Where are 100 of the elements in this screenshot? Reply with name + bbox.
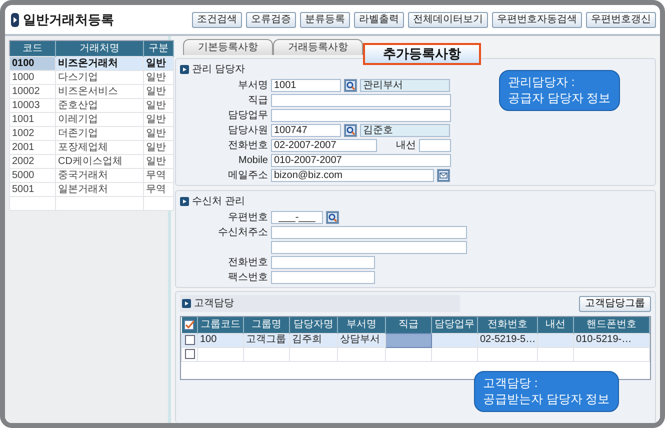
input-field[interactable]	[271, 270, 375, 284]
column-header: 내선	[538, 317, 574, 333]
field-label: 부서명	[237, 78, 268, 92]
toolbar-button[interactable]: 조건검색	[192, 12, 242, 28]
table-cell: 김주희	[290, 333, 338, 347]
column-header: 담당업무	[432, 317, 478, 333]
table-cell: 100	[198, 333, 244, 347]
field-label: 수신처주소	[217, 226, 268, 240]
column-header: 핸드폰번호	[574, 317, 650, 333]
table-cell: 무역	[144, 182, 174, 196]
input-field[interactable]: 010-2007-2007	[271, 154, 451, 166]
column-header: 거래처명	[56, 40, 144, 56]
column-header: 담당자명	[290, 317, 338, 333]
search-button[interactable]	[344, 124, 357, 136]
tab[interactable]: 기본등록사항	[183, 39, 273, 55]
window-title: 일반거래처등록	[23, 10, 114, 29]
field-label: 팩스번호	[227, 270, 268, 284]
vendor-row[interactable]: 5000 중국거래처 무역	[10, 168, 174, 182]
table-cell: 2002	[10, 154, 56, 168]
table-cell: 1001	[10, 112, 56, 126]
vendor-row[interactable]: 5001 일본거래처 무역	[10, 182, 174, 196]
table-cell: 0100	[10, 56, 56, 70]
column-header: 전화번호	[478, 317, 538, 333]
table-cell: 고객그룹	[244, 333, 290, 347]
table-cell: 일반	[144, 112, 174, 126]
input-field[interactable]	[271, 240, 467, 254]
section-title: 수신처 관리	[192, 195, 245, 209]
checkbox[interactable]	[184, 335, 194, 345]
input-field[interactable]: bizon@biz.com	[271, 168, 434, 182]
vendor-row[interactable]: 1000 다스기업 일반	[10, 70, 174, 84]
field-label: 전화번호	[227, 138, 268, 152]
input-field[interactable]	[419, 138, 451, 152]
table-cell: 일반	[144, 126, 174, 140]
column-header: 그룹명	[244, 317, 290, 333]
field-label: 직급	[247, 94, 268, 108]
checkbox[interactable]	[184, 349, 194, 359]
field-label: 담당업무	[227, 108, 268, 122]
display-field[interactable]: 관리부서	[360, 78, 450, 92]
table-cell: 일반	[144, 154, 174, 168]
table-cell: 일본거래처	[56, 182, 144, 196]
section-title: 고객담당	[194, 297, 234, 311]
title-icon	[11, 12, 19, 26]
toolbar-button[interactable]: 오류검증	[246, 12, 296, 28]
tab[interactable]: 거래등록사항	[273, 39, 363, 55]
column-header: 직급	[386, 317, 432, 333]
vendor-row[interactable]: 2002 CD케이스업체 일반	[10, 154, 174, 168]
column-header: 부서명	[338, 317, 386, 333]
bullet-icon	[182, 299, 191, 308]
vendor-row[interactable]: 0100 비즈온거래처 일반	[10, 56, 174, 70]
table-cell: 일반	[144, 84, 174, 98]
field-label: 내선	[396, 138, 416, 152]
display-field[interactable]: 김준호	[360, 124, 450, 136]
checklist-icon	[184, 319, 195, 330]
table-cell: 10003	[10, 98, 56, 112]
table-cell: 비즈온서비스	[56, 84, 144, 98]
bullet-icon	[180, 197, 189, 206]
vendor-row[interactable]: 1001 이레기업 일반	[10, 112, 174, 126]
group-button[interactable]: 고객담당그룹	[579, 296, 651, 312]
toolbar-button[interactable]: 전체데이터보기	[408, 12, 488, 28]
table-cell: CD케이스업체	[56, 154, 144, 168]
input-field[interactable]	[271, 108, 451, 122]
vendor-row[interactable]: 2001 포장제업체 일반	[10, 140, 174, 154]
input-field[interactable]	[271, 226, 467, 238]
table-cell: 2001	[10, 140, 56, 154]
toolbar-button[interactable]: 우편번호갱신	[586, 12, 656, 28]
table-cell: 더존기업	[56, 126, 144, 140]
field-label: 전화번호	[227, 256, 268, 270]
input-field[interactable]: 02-2007-2007	[271, 138, 377, 152]
table-cell: 5000	[10, 168, 56, 182]
table-cell: 상담부서	[338, 333, 386, 347]
input-field[interactable]: 100747	[271, 124, 341, 136]
callout: 고객담당 : 공급받는자 담당자 정보	[474, 371, 619, 412]
input-field[interactable]	[271, 256, 375, 268]
mail-button[interactable]	[437, 168, 450, 182]
table-cell: 일반	[144, 98, 174, 112]
toolbar-button[interactable]: 라벨출력	[354, 12, 404, 28]
search-button[interactable]	[344, 78, 357, 92]
toolbar-button[interactable]: 분류등록	[300, 12, 350, 28]
field-label: 우편번호	[227, 210, 268, 224]
search-button[interactable]	[326, 210, 339, 224]
field-label: Mobile	[238, 154, 268, 168]
table-cell: 10002	[10, 84, 56, 98]
input-field[interactable]: 1001	[271, 78, 341, 92]
table-cell: 02-5219-5…	[478, 333, 538, 347]
table-cell: 1000	[10, 70, 56, 84]
vendor-row[interactable]: 10002 비즈온서비스 일반	[10, 84, 174, 98]
table-cell: 1002	[10, 126, 56, 140]
vendor-row[interactable]: 1002 더존기업 일반	[10, 126, 174, 140]
toolbar-button[interactable]: 우편번호자동검색	[492, 12, 582, 28]
input-field[interactable]	[271, 94, 451, 106]
table-cell: 포장제업체	[56, 140, 144, 154]
table-cell: 무역	[144, 168, 174, 182]
input-field[interactable]: ___-___	[271, 210, 323, 224]
table-cell: 준호산업	[56, 98, 144, 112]
table-cell: 5001	[10, 182, 56, 196]
table-cell: 다스기업	[56, 70, 144, 84]
column-header: 코드	[10, 40, 56, 56]
vendor-row[interactable]: 10003 준호산업 일반	[10, 98, 174, 112]
table-cell: 일반	[144, 70, 174, 84]
tab[interactable]: 추가등록사항	[363, 43, 481, 65]
